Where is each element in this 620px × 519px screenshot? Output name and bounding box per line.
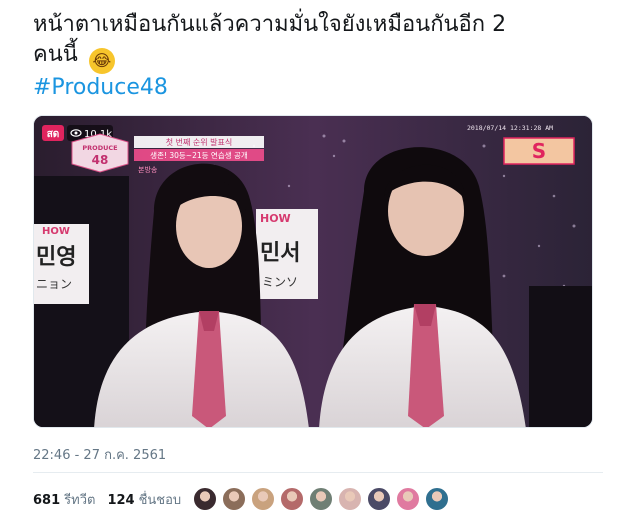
hashtag-link[interactable]: #Produce48 [33, 73, 168, 103]
liker-avatar[interactable] [338, 487, 362, 511]
produce48-logo: PRODUCE 48 [71, 133, 129, 173]
liker-avatar[interactable] [425, 487, 449, 511]
retweets-stat[interactable]: 681 รีทวีต [33, 489, 95, 510]
retweets-count: 681 [33, 492, 61, 508]
tweet-text-line-2: คนนี้ 😂 [33, 40, 603, 74]
liker-avatar[interactable] [280, 487, 304, 511]
divider [33, 472, 603, 473]
tweet-text-line-2-text: คนนี้ [33, 42, 78, 67]
logo-line1: PRODUCE [82, 144, 117, 152]
liker-avatar[interactable] [193, 487, 217, 511]
caption-line-1: 첫 번째 순위 발표식 [166, 137, 233, 147]
nameplate-right-kr: 민서 [260, 241, 300, 266]
liker-avatar[interactable] [396, 487, 420, 511]
tweet-text-line-1: หน้าตาเหมือนกันแล้วความมั่นใจยังเหมือนกั… [33, 12, 507, 37]
nameplate-left: HOW 민영 ニョン [34, 224, 89, 304]
liker-avatar[interactable] [222, 487, 246, 511]
chair-right [529, 286, 592, 427]
nameplate-left-top: HOW [42, 226, 70, 237]
tweet-media-photo[interactable]: HOW 민영 ニョン HOW 민서 ミンソ สด PRODUCE 48 첫 번째… [33, 115, 593, 428]
liker-avatar[interactable] [309, 487, 333, 511]
broadcast-date: 2018/07/14 12:31:28 AM [467, 124, 553, 132]
liker-avatar[interactable] [251, 487, 275, 511]
liker-avatar[interactable] [367, 487, 391, 511]
nameplate-right: HOW 민서 ミンソ [256, 209, 318, 299]
caption-tag: 본방송 [138, 165, 158, 174]
nameplate-right-top: HOW [260, 212, 291, 225]
channel-logo: S [503, 137, 575, 165]
liker-avatars [193, 487, 454, 511]
logo-line2: 48 [92, 153, 109, 167]
nameplate-left-jp: ニョン [36, 277, 72, 291]
nameplate-left-kr: 민영 [36, 245, 76, 270]
caption-line-2: 생존! 30등~21등 연습생 공개 [150, 150, 248, 160]
tweet-stats: 681 รีทวีต 124 ชื่นชอบ [33, 488, 193, 510]
laughing-crying-emoji-icon: 😂 [88, 48, 115, 74]
nameplate-right-jp: ミンソ [262, 275, 298, 289]
likes-count: 124 [107, 492, 135, 508]
channel-logo-text: S [532, 139, 546, 163]
media-image: HOW 민영 ニョン HOW 민서 ミンソ สด PRODUCE 48 첫 번째… [34, 116, 592, 427]
retweets-label: รีทวีต [64, 492, 96, 508]
likes-label: ชื่นชอบ [138, 492, 182, 508]
likes-stat[interactable]: 124 ชื่นชอบ [107, 489, 181, 510]
tweet-text: หน้าตาเหมือนกันแล้วความมั่นใจยังเหมือนกั… [33, 10, 603, 74]
live-badge: สด [47, 129, 60, 140]
tweet-timestamp[interactable]: 22:46 - 27 ก.ค. 2561 [33, 444, 166, 465]
